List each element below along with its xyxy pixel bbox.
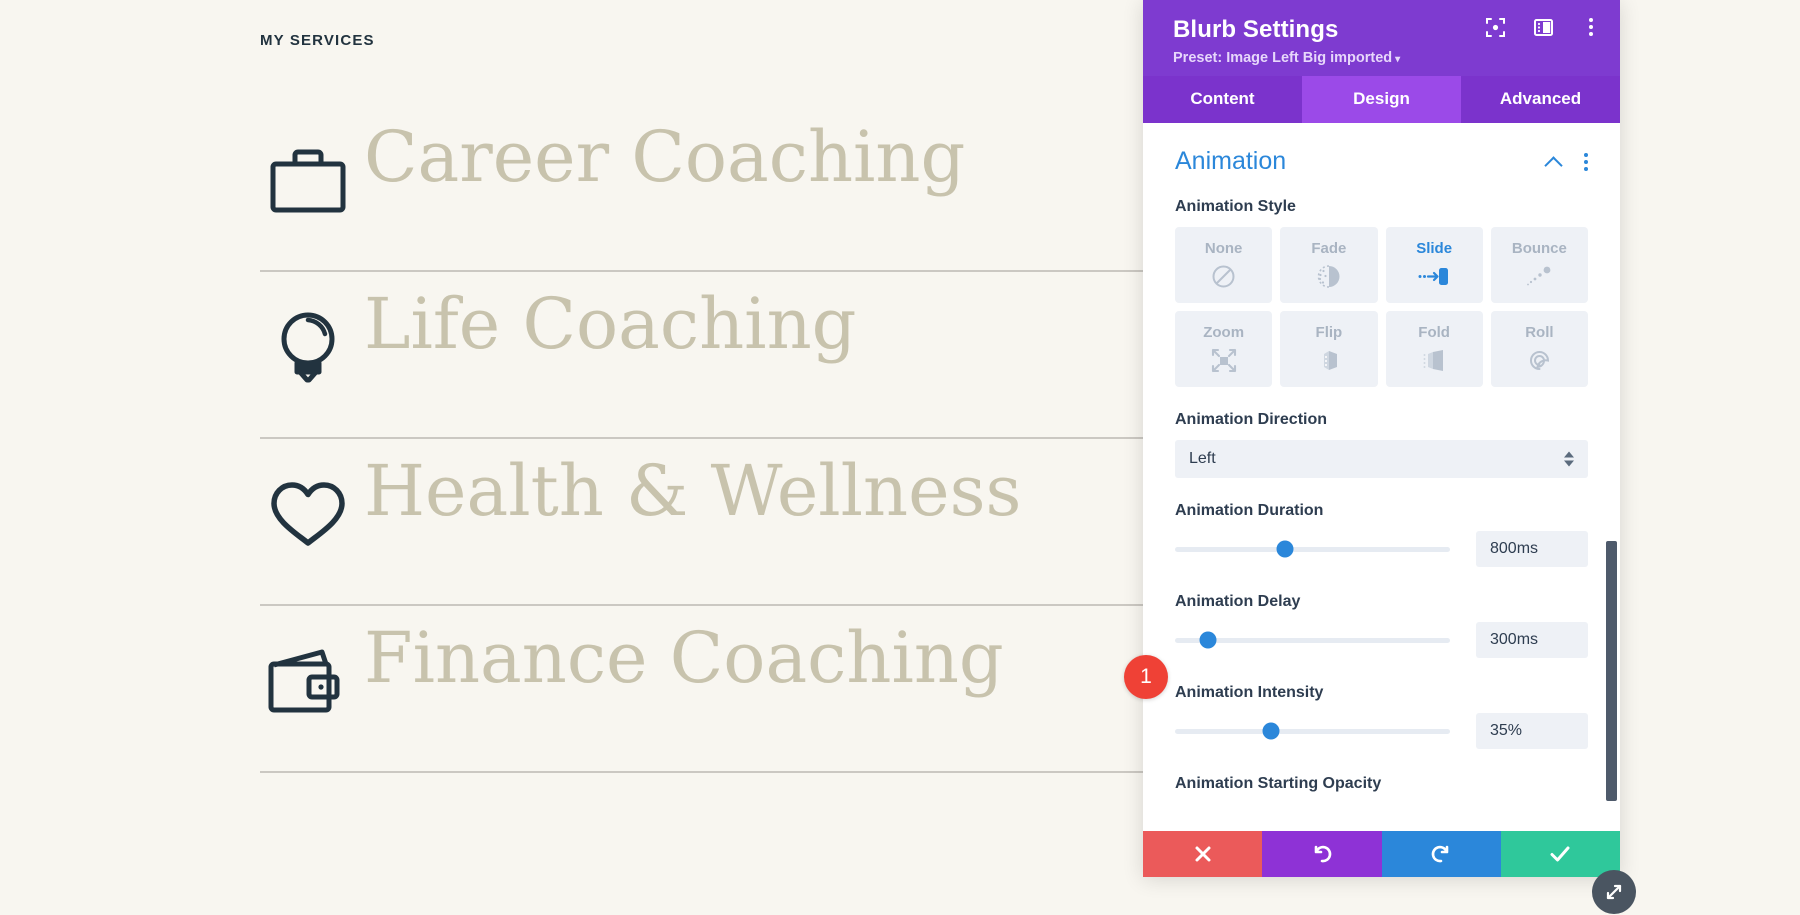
slider-track xyxy=(1175,540,1450,558)
slider-knob[interactable] xyxy=(1262,722,1280,740)
slider-knob[interactable] xyxy=(1276,540,1294,558)
panel-scroll-content: Animation Animation Style None Fade Slid… xyxy=(1143,123,1620,831)
heart-icon xyxy=(260,467,356,563)
animation-intensity-row: 35% xyxy=(1175,713,1588,750)
undo-arrow-icon xyxy=(1314,845,1332,863)
style-label: None xyxy=(1204,240,1243,258)
animation-style-slide[interactable]: Slide xyxy=(1385,227,1483,304)
animation-style-fade[interactable]: Fade xyxy=(1280,227,1378,304)
fold-icon xyxy=(1421,346,1448,374)
animation-style-bounce[interactable]: Bounce xyxy=(1490,227,1588,304)
redo-arrow-icon xyxy=(1431,845,1449,863)
section-title: Animation xyxy=(1175,147,1287,176)
animation-style-grid: None Fade Slide Bounce Zoom Flip Fold Ro… xyxy=(1175,227,1588,388)
animation-direction-select-wrap: Left xyxy=(1175,440,1588,479)
animation-direction-label: Animation Direction xyxy=(1175,411,1328,429)
animation-delay-row: 300ms xyxy=(1175,622,1588,659)
animation-duration-slider[interactable] xyxy=(1175,537,1476,561)
panel-resize-handle[interactable] xyxy=(1592,870,1636,914)
animation-delay-slider[interactable] xyxy=(1175,628,1476,652)
tab-content[interactable]: Content xyxy=(1143,76,1302,124)
bounce-icon xyxy=(1525,262,1553,290)
panel-preset-label: Preset: Image Left Big imported xyxy=(1173,50,1393,67)
panel-preset-selector[interactable]: Preset: Image Left Big imported ▾ xyxy=(1173,50,1596,66)
tab-design[interactable]: Design xyxy=(1302,76,1461,124)
animation-duration-row: 800ms xyxy=(1175,531,1588,568)
panel-body: Animation Animation Style None Fade Slid… xyxy=(1143,123,1620,831)
panel-header-actions xyxy=(1484,16,1602,38)
animation-style-label: Animation Style xyxy=(1175,198,1296,216)
slider-track xyxy=(1175,631,1450,649)
panel-footer xyxy=(1143,831,1620,877)
animation-direction-select[interactable]: Left xyxy=(1175,440,1588,479)
chevron-up-icon[interactable] xyxy=(1546,153,1564,171)
animation-style-flip[interactable]: Flip xyxy=(1280,311,1378,388)
zoom-expand-icon xyxy=(1211,346,1237,374)
briefcase-icon xyxy=(260,133,356,229)
section-actions xyxy=(1546,152,1588,171)
none-slash-icon xyxy=(1211,262,1236,290)
style-label: Roll xyxy=(1525,324,1554,342)
style-label: Fold xyxy=(1418,324,1450,342)
style-label: Bounce xyxy=(1511,240,1567,258)
step-badge: 1 xyxy=(1124,655,1168,699)
slider-track xyxy=(1175,722,1450,740)
slide-icon xyxy=(1417,262,1451,290)
animation-intensity-label: Animation Intensity xyxy=(1175,684,1324,702)
animation-intensity-slider[interactable] xyxy=(1175,719,1476,743)
service-title: Finance Coaching xyxy=(364,617,1004,699)
animation-delay-label: Animation Delay xyxy=(1175,593,1301,611)
blurb-settings-panel: Blurb Settings Preset: Image Left Big im… xyxy=(1143,0,1620,877)
close-x-icon xyxy=(1195,846,1211,862)
redo-button[interactable] xyxy=(1381,831,1501,877)
animation-duration-label: Animation Duration xyxy=(1175,502,1324,520)
focus-target-icon[interactable] xyxy=(1484,16,1506,38)
panel-tabs: Content Design Advanced xyxy=(1143,76,1620,124)
layout-columns-icon[interactable] xyxy=(1532,16,1554,38)
service-title: Career Coaching xyxy=(364,116,966,198)
roll-spiral-icon xyxy=(1527,346,1552,374)
cancel-button[interactable] xyxy=(1143,831,1263,877)
chevron-down-icon: ▾ xyxy=(1395,54,1401,66)
slider-knob[interactable] xyxy=(1199,631,1217,649)
more-options-icon[interactable] xyxy=(1580,16,1602,38)
style-label: Flip xyxy=(1315,324,1343,342)
flip-icon xyxy=(1316,346,1342,374)
animation-intensity-value[interactable]: 35% xyxy=(1476,713,1588,750)
undo-button[interactable] xyxy=(1262,831,1382,877)
animation-section-header: Animation xyxy=(1175,143,1588,198)
resize-diagonal-icon xyxy=(1606,884,1622,900)
animation-starting-opacity-label: Animation Starting Opacity xyxy=(1175,775,1382,793)
style-label: Zoom xyxy=(1203,324,1245,342)
animation-style-roll[interactable]: Roll xyxy=(1490,311,1588,388)
style-label: Fade xyxy=(1311,240,1347,258)
save-button[interactable] xyxy=(1500,831,1620,877)
animation-style-zoom[interactable]: Zoom xyxy=(1175,311,1273,388)
animation-duration-value[interactable]: 800ms xyxy=(1476,531,1588,568)
checkmark-icon xyxy=(1550,846,1570,862)
panel-scrollbar[interactable] xyxy=(1606,541,1617,802)
style-label: Slide xyxy=(1416,240,1453,258)
animation-delay-value[interactable]: 300ms xyxy=(1476,622,1588,659)
wallet-icon xyxy=(260,634,356,730)
section-eyebrow: MY SERVICES xyxy=(260,32,375,49)
lightbulb-icon xyxy=(260,300,356,396)
fade-icon xyxy=(1315,262,1342,290)
section-options-icon[interactable] xyxy=(1584,152,1588,171)
service-title: Health & Wellness xyxy=(364,450,1022,532)
service-title: Life Coaching xyxy=(364,283,857,365)
animation-style-fold[interactable]: Fold xyxy=(1385,311,1483,388)
tab-advanced[interactable]: Advanced xyxy=(1461,76,1620,124)
panel-header: Blurb Settings Preset: Image Left Big im… xyxy=(1143,0,1620,77)
animation-style-none[interactable]: None xyxy=(1175,227,1273,304)
